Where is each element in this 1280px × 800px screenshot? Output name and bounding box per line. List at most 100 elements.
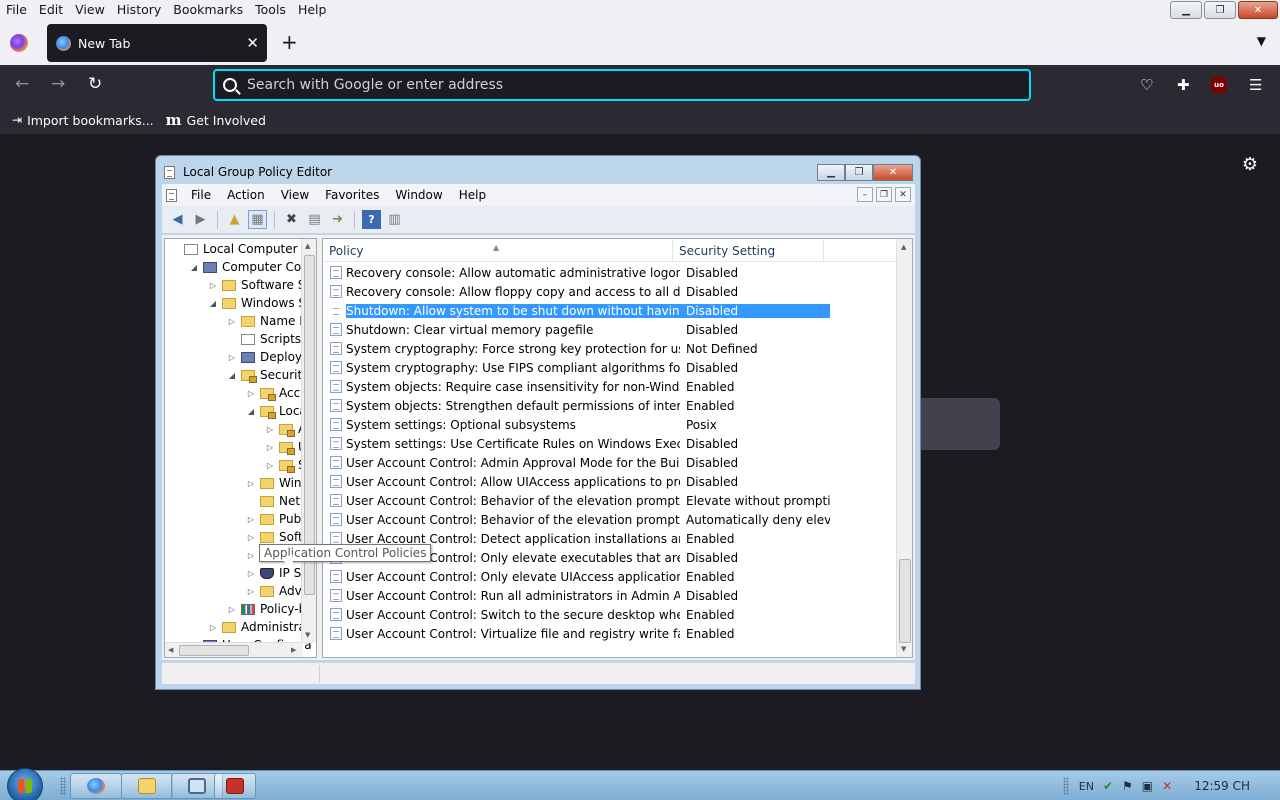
ublock-icon[interactable]: uo	[1211, 77, 1227, 93]
show-hide-tree-icon[interactable]: ▦	[248, 210, 267, 229]
expanded-triangle-icon[interactable]: ◢	[245, 407, 257, 416]
reload-icon[interactable]: ↻	[88, 74, 102, 94]
minimize-button[interactable]: ▁	[1170, 1, 1202, 19]
tree-vertical-scrollbar[interactable]: ▲ ▼	[301, 239, 316, 643]
scroll-up-icon[interactable]: ▲	[305, 242, 310, 250]
table-row[interactable]: User Account Control: Admin Approval Mod…	[323, 453, 830, 472]
collapsed-triangle-icon[interactable]: ▷	[264, 425, 276, 434]
gpe-menu-file[interactable]: File	[183, 188, 219, 202]
tree-horizontal-scrollbar[interactable]: ◀ ▶	[165, 642, 303, 657]
up-folder-icon[interactable]: ▲	[225, 210, 244, 229]
view-icon[interactable]: ▥	[385, 210, 404, 229]
table-row[interactable]: Recovery console: Allow automatic admini…	[323, 263, 830, 282]
tree-node[interactable]: ◢ Computer Config	[188, 258, 316, 276]
gear-icon[interactable]: ⚙	[1242, 154, 1258, 175]
table-row[interactable]: System cryptography: Use FIPS compliant …	[323, 358, 830, 377]
chevron-down-icon[interactable]: ▼	[1257, 34, 1266, 48]
export-list-icon[interactable]: ➜	[328, 210, 347, 229]
table-row[interactable]: System cryptography: Force strong key pr…	[323, 339, 830, 358]
network-icon[interactable]: ▣	[1142, 779, 1153, 793]
hamburger-menu-icon[interactable]: ☰	[1249, 76, 1262, 94]
gpe-close-button[interactable]: ✕	[873, 164, 913, 181]
mdi-close-button[interactable]: ✕	[895, 187, 911, 202]
table-row[interactable]: User Account Control: Behavior of the el…	[323, 491, 830, 510]
help-icon[interactable]: ?	[362, 210, 381, 229]
scroll-right-icon[interactable]: ▶	[291, 646, 296, 654]
collapsed-triangle-icon[interactable]: ▷	[245, 587, 257, 596]
flag-icon[interactable]: ⚑	[1122, 779, 1133, 793]
table-row[interactable]: Shutdown: Clear virtual memory pagefile D…	[323, 320, 830, 339]
start-button[interactable]	[7, 768, 43, 800]
scroll-left-icon[interactable]: ◀	[168, 646, 173, 654]
menu-bookmarks[interactable]: Bookmarks	[167, 0, 249, 20]
collapsed-triangle-icon[interactable]: ▷	[226, 353, 238, 362]
collapsed-triangle-icon[interactable]: ▷	[226, 317, 238, 326]
table-row[interactable]: System objects: Strengthen default permi…	[323, 396, 830, 415]
taskbar-firefox[interactable]	[70, 773, 122, 799]
url-input[interactable]	[247, 77, 947, 93]
mdi-minimize-button[interactable]: –	[857, 187, 873, 202]
menu-history[interactable]: History	[111, 0, 167, 20]
table-row[interactable]: User Account Control: Only elevate UIAcc…	[323, 567, 830, 586]
expanded-triangle-icon[interactable]: ◢	[207, 299, 219, 308]
gpe-restore-button[interactable]: ❐	[845, 164, 873, 181]
table-row[interactable]: User Account Control: Run all administra…	[323, 586, 830, 605]
tree-node[interactable]: Local Computer Polic	[169, 240, 316, 258]
firefox-view-icon[interactable]	[10, 34, 28, 52]
bookmark-get-involved[interactable]: m Get Involved	[166, 111, 266, 129]
volume-muted-icon[interactable]: ✕	[1162, 779, 1172, 793]
collapsed-triangle-icon[interactable]: ▷	[245, 479, 257, 488]
scroll-up-icon[interactable]: ▲	[901, 243, 906, 251]
list-scroll-thumb[interactable]	[899, 559, 911, 643]
collapsed-triangle-icon[interactable]: ▷	[245, 515, 257, 524]
expanded-triangle-icon[interactable]: ◢	[188, 263, 200, 272]
collapsed-triangle-icon[interactable]: ▷	[245, 569, 257, 578]
collapsed-triangle-icon[interactable]: ▷	[207, 281, 219, 290]
properties-icon[interactable]: ▤	[305, 210, 324, 229]
collapsed-triangle-icon[interactable]: ▷	[226, 605, 238, 614]
extensions-icon[interactable]: ✚	[1177, 76, 1190, 94]
collapsed-triangle-icon[interactable]: ▷	[245, 551, 257, 560]
menu-file[interactable]: File	[0, 0, 33, 20]
delete-icon[interactable]: ✖	[282, 210, 301, 229]
table-row[interactable]: System settings: Use Certificate Rules o…	[323, 434, 830, 453]
scroll-down-icon[interactable]: ▼	[901, 645, 906, 653]
menu-help[interactable]: Help	[292, 0, 333, 20]
scroll-down-icon[interactable]: ▼	[305, 631, 310, 639]
back-arrow-icon[interactable]: ←	[15, 74, 29, 94]
table-row[interactable]: User Account Control: Switch to the secu…	[323, 605, 830, 624]
column-header-security-setting[interactable]: Security Setting	[673, 239, 824, 262]
security-check-icon[interactable]: ✔	[1103, 779, 1113, 793]
mdi-restore-button[interactable]: ❐	[876, 187, 892, 202]
table-row[interactable]: User Account Control: Virtualize file an…	[323, 624, 830, 643]
table-row[interactable]: System settings: Optional subsystems Posi…	[323, 415, 830, 434]
tab-close-icon[interactable]: ✕	[246, 34, 259, 52]
table-row[interactable]: Recovery console: Allow floppy copy and …	[323, 282, 830, 301]
language-indicator[interactable]: EN	[1079, 780, 1094, 793]
tree-hscroll-thumb[interactable]	[179, 645, 249, 656]
gpe-menu-help[interactable]: Help	[451, 188, 494, 202]
collapsed-triangle-icon[interactable]: ▷	[264, 443, 276, 452]
restore-button[interactable]: ❐	[1204, 1, 1236, 19]
table-row[interactable]: User Account Control: Behavior of the el…	[323, 510, 830, 529]
collapsed-triangle-icon[interactable]: ▷	[207, 623, 219, 632]
gpe-menu-window[interactable]: Window	[387, 188, 450, 202]
tab-new-tab[interactable]: New Tab ✕	[47, 24, 267, 62]
list-vertical-scrollbar[interactable]: ▲ ▼	[896, 239, 912, 657]
clock[interactable]: 12:59 CH	[1194, 779, 1250, 793]
menu-edit[interactable]: Edit	[33, 0, 69, 20]
gpe-menu-action[interactable]: Action	[219, 188, 273, 202]
taskbar-app[interactable]	[214, 773, 256, 799]
menu-tools[interactable]: Tools	[249, 0, 292, 20]
table-row[interactable]: System objects: Require case insensitivi…	[323, 377, 830, 396]
gpe-menu-favorites[interactable]: Favorites	[317, 188, 387, 202]
gpe-menu-view[interactable]: View	[273, 188, 317, 202]
gpe-minimize-button[interactable]: ▁	[817, 164, 845, 181]
forward-arrow-icon[interactable]: →	[51, 74, 65, 94]
url-bar[interactable]	[213, 69, 1031, 101]
tree-node[interactable]: ▷ IP Se	[245, 564, 309, 582]
table-row[interactable]: Shutdown: Allow system to be shut down w…	[323, 301, 830, 320]
back-arrow-icon[interactable]: ◀	[168, 210, 187, 229]
bookmark-import[interactable]: ⇥ Import bookmarks...	[12, 113, 154, 128]
table-row[interactable]: User Account Control: Allow UIAccess app…	[323, 472, 830, 491]
